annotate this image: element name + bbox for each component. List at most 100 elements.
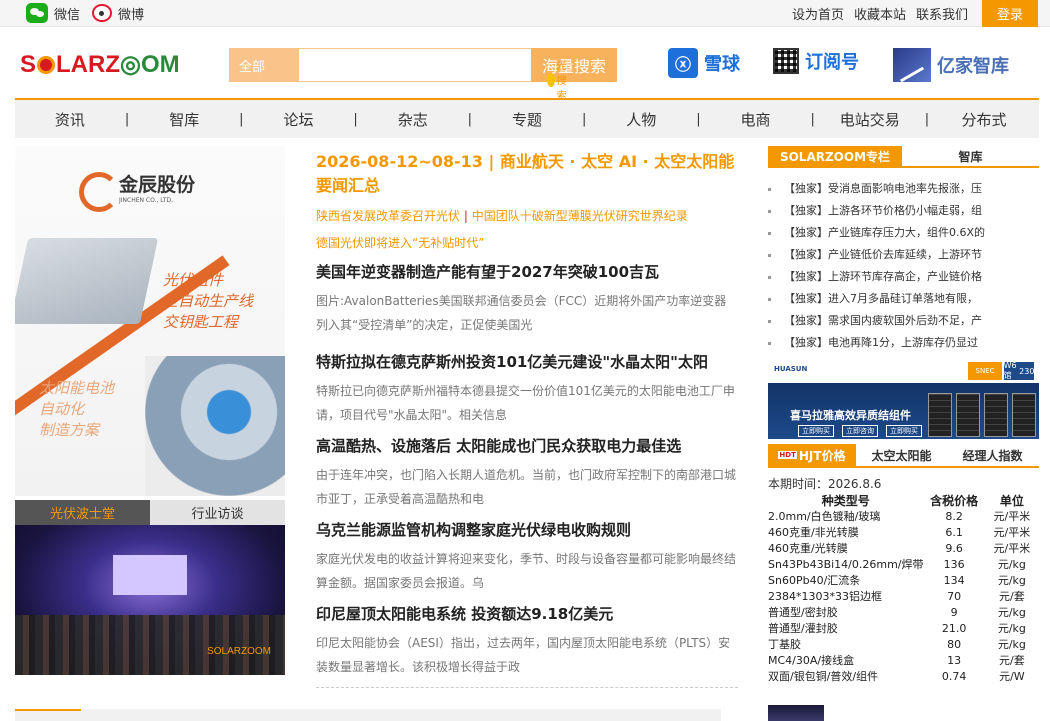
item-text: 电池再降1分，上游库存仍显过 [828,336,978,349]
news-item: 高温酷热、设施落后 太阳能成也门民众获取电力最佳选 由于连年冲突，也门陷入长期人… [316,435,738,511]
table-row: 双面/银包铜/普效/组件 0.74 元/W [768,669,1039,685]
nav-item-people[interactable]: 人物 [586,109,696,130]
bottom-ad-thumbnail[interactable] [768,705,824,721]
price-unit: 元/平米 [993,510,1031,523]
sub-link-separator: | [463,209,472,223]
xueqiu-label: 雪球 [704,54,740,75]
nav-item-news[interactable]: 资讯 [15,109,125,130]
yijia-think-tank-link[interactable]: 亿家智库 [893,48,1009,82]
price-table: 种类型号 含税价格 单位 2.0mm/白色镀釉/玻璃 8.2 元/平米 460克重/非… [768,493,1039,685]
xueqiu-icon: ⓧ [668,48,698,78]
logo-text-om: OM [140,51,180,78]
table-row: 丁基胶 80 元/kg [768,637,1039,653]
wechat-icon[interactable] [26,3,48,23]
headline-link[interactable]: 2026-08-12~08-13 | 商业航天 · 太空 AI · 太空太阳能要… [316,150,738,198]
list-item[interactable]: 【独家】受消息面影响电池率先报涨，压 [768,178,1039,200]
news-item: 乌克兰能源监管机构调整家庭光伏绿电收购规则 家庭光伏发电的收益计算将迎来变化，季… [316,519,738,595]
nav-item-distributed[interactable]: 分布式 [929,109,1039,130]
search-category-select[interactable]: 全部 [229,48,299,82]
ad-slogan-2: 太阳能电池 自动化 制造方案 [39,378,139,441]
booth-badge: W6馆 230 [1004,361,1034,380]
sub-link[interactable]: 陕西省发展改革委召开光伏 [316,209,460,223]
sub-link[interactable]: 德国光伏即将进入“无补贴时代” [316,234,738,251]
news-title-link[interactable]: 高温酷热、设施落后 太阳能成也门民众获取电力最佳选 [316,435,738,457]
table-row: Sn60Pb40/汇流条 134 元/kg [768,573,1039,589]
subscription-link[interactable]: 订阅号 [773,48,859,74]
set-homepage-link[interactable]: 设为首页 [792,4,844,23]
news-title-link[interactable]: 乌克兰能源监管机构调整家庭光伏绿电收购规则 [316,519,738,541]
search-input[interactable]: 光搜索 [299,48,567,102]
item-tag: 【独家】 [784,182,828,195]
xueqiu-link[interactable]: ⓧ 雪球 [668,48,740,78]
logo-text-larz: LARZ [56,51,120,78]
item-tag: 【独家】 [784,314,828,327]
price-value: 21.0 [941,622,967,635]
item-text: 产业链低价去库延续，上游环节 [828,248,982,261]
item-tag: 【独家】 [784,292,828,305]
price-value: 80 [947,638,962,651]
huasun-ad-banner[interactable]: HUASUN SNEC W6馆 230 喜马拉雅高效异质结组件 立即购买 立即咨… [768,359,1039,439]
tab-think-tank[interactable]: 智库 [902,146,1039,166]
list-item[interactable]: 【独家】上游各环节价格仍小幅走弱，组 [768,200,1039,222]
price-unit: 元/kg [997,574,1026,587]
item-tag: 【独家】 [784,336,828,349]
table-row: 普通型/灌封胶 21.0 元/kg [768,621,1039,637]
search-button[interactable]: 海量搜索 [531,48,617,82]
login-button[interactable]: 登录 [982,0,1038,27]
list-item[interactable]: 【独家】进入7月多晶硅订单落地有限， [768,288,1039,310]
list-item[interactable]: 【独家】产业链低价去库延续，上游环节 [768,244,1039,266]
table-row: 460克重/非光转膜 6.1 元/平米 [768,525,1039,541]
contact-link[interactable]: 联系我们 [916,4,968,23]
list-item[interactable]: 【独家】产业链库存压力大，组件0.6X的 [768,222,1039,244]
list-item[interactable]: 【独家】需求国内疲软国外后劲不足，产 [768,310,1039,332]
tab-manager-index[interactable]: 经理人指数 [947,444,1038,466]
ad-buy-button[interactable]: 立即购买 [798,425,834,437]
news-title-link[interactable]: 美国年逆变器制造产能有望于2027年突破100吉瓦 [316,261,738,283]
weibo-icon[interactable] [92,4,113,22]
jinchen-ad-banner[interactable]: 金辰股份 JINCHEN CO., LTD. 光伏组件 全自动生产线 交钥匙工程… [15,146,285,496]
nav-item-station-trading[interactable]: 电站交易 [815,109,925,130]
news-title-link[interactable]: 特斯拉拟在德克萨斯州投资101亿美元建设"水晶太阳"太阳 [316,351,738,373]
top-links: 设为首页 收藏本站 联系我们 [792,4,968,23]
audience [15,615,285,675]
logo-oo-icon: ◎ [120,51,141,78]
ad-slogan-1: 光伏组件 全自动生产线 交钥匙工程 [163,270,283,333]
price-unit: 元/平米 [993,542,1031,555]
tab-space-solar[interactable]: 太空太阳能 [856,444,947,466]
huasun-logo: HUASUN [774,365,808,373]
ad-buy-button[interactable]: 立即购买 [886,425,922,437]
item-text: 产业链库存压力大，组件0.6X的 [828,226,986,239]
news-title-link[interactable]: 印尼屋顶太阳能电系统 投资额达9.18亿美元 [316,603,738,625]
sub-link[interactable]: 中国团队十破新型薄膜光伏研究世界纪录 [472,209,688,223]
nav-item-ecommerce[interactable]: 电商 [701,109,811,130]
bookmark-link[interactable]: 收藏本站 [854,4,906,23]
price-item-name: MC4/30A/接线盒 [768,654,855,667]
tab-hjt-price[interactable]: HDT HJT价格 [768,444,856,466]
site-logo[interactable]: S LARZ◎OM [20,50,180,79]
nav-item-magazine[interactable]: 杂志 [358,109,468,130]
list-item[interactable]: 【独家】上游环节库存高企，产业链价格 [768,266,1039,288]
table-row: Sn43Pb43Bi14/0.26mm/焊带 136 元/kg [768,557,1039,573]
news-column: 2026-08-12~08-13 | 商业航天 · 太空 AI · 太空太阳能要… [316,146,738,679]
tab-pv-boston-hall[interactable]: 光伏波士堂 [15,500,150,525]
nav-item-forum[interactable]: 论坛 [244,109,354,130]
tab-industry-interviews[interactable]: 行业访谈 [150,500,285,525]
nav-item-think-tank[interactable]: 智库 [129,109,239,130]
price-value: 9 [950,606,958,619]
ad-slogan-line: 太阳能电池 [39,379,115,397]
price-unit: 元/kg [997,638,1026,651]
weibo-link[interactable]: 微博 [118,4,144,23]
price-value: 136 [943,558,965,571]
tab-solarzoom-column[interactable]: SOLARZOOM专栏 [768,146,902,166]
nav-item-topics[interactable]: 专题 [472,109,582,130]
price-value: 8.2 [945,510,963,523]
item-text: 受消息面影响电池率先报涨，压 [828,182,982,195]
wechat-link[interactable]: 微信 [54,4,80,23]
news-summary: 特斯拉已向德克萨斯州福特本德县提交一份价值101亿美元的太阳能电池工厂申请，项目… [316,384,735,422]
ad-consult-button[interactable]: 立即咨询 [842,425,878,437]
price-value: 13 [947,654,962,667]
event-photo[interactable]: SOLARZOOM [15,525,285,675]
price-item-name: Sn60Pb40/汇流条 [768,574,861,587]
list-item[interactable]: 【独家】电池再降1分，上游库存仍显过 [768,332,1039,354]
top-bar: 微信 微博 设为首页 收藏本站 联系我们 登录 [0,0,1050,27]
